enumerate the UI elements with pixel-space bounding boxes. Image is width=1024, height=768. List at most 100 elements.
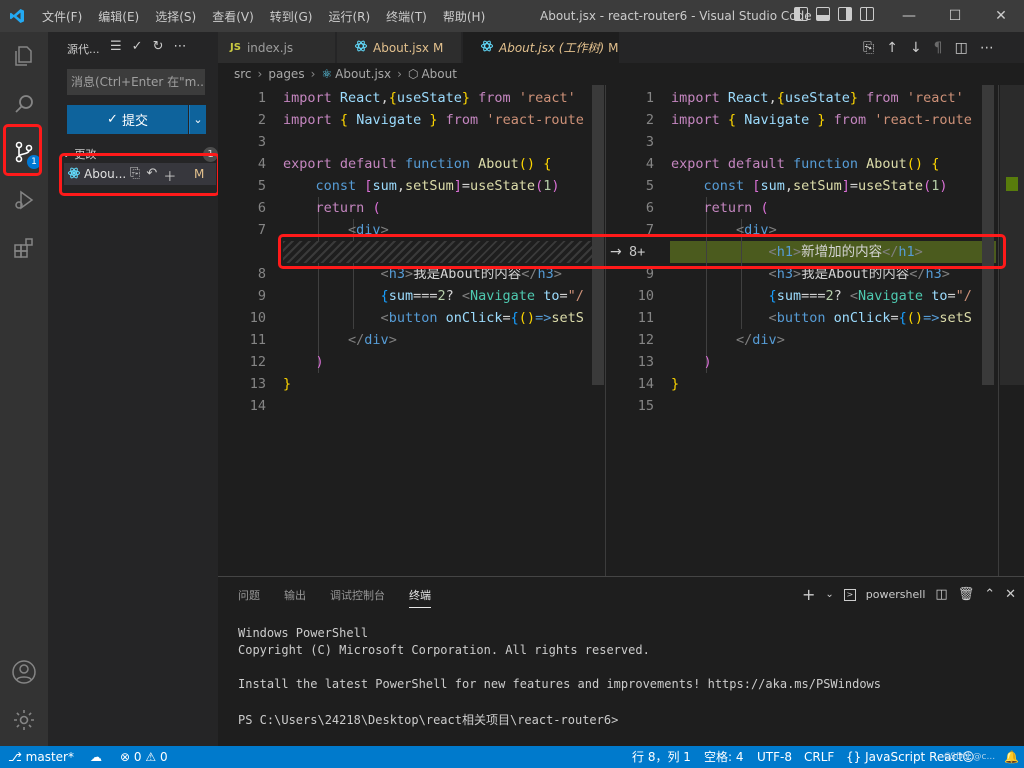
extensions-icon[interactable] [0,224,48,272]
branch-status[interactable]: ⎇ master* [8,746,74,768]
commit-button-label: 提交 [121,114,148,129]
menu-edit[interactable]: 编辑(E) [90,8,147,25]
tab-terminal[interactable]: 终端 [409,587,431,608]
code-line: import { Navigate } from 'react-route [283,112,584,128]
split-editor-icon[interactable]: ◫ [955,40,968,56]
line-ending[interactable]: CRLF [804,746,834,768]
close-icon[interactable]: ✕ [978,0,1024,32]
tab-problems[interactable]: 问题 [238,587,260,608]
code-line: {sum===2? <Navigate to="/ [768,288,972,304]
commit-message-input[interactable]: 消息(Ctrl+Enter 在"m... [67,69,205,95]
terminal-shell-name[interactable]: powershell [866,588,926,601]
indentation[interactable]: 空格: 4 [704,746,744,768]
arrow-down-icon[interactable]: ↓ [910,40,922,56]
search-icon[interactable] [0,80,48,128]
pilcrow-icon[interactable]: ¶ [934,40,943,56]
run-debug-icon[interactable] [0,176,48,224]
arrow-up-icon[interactable]: ↑ [886,40,898,56]
code-line: {sum===2? <Navigate to="/ [380,288,584,304]
line-number: 2 [257,112,266,128]
open-file-icon[interactable]: ⎘ [863,40,874,56]
line-number: 12 [249,354,266,370]
breadcrumb-symbol[interactable]: About [421,67,456,81]
line-number: 12 [637,332,654,348]
diff-editor[interactable]: 1 2 3 4 5 6 7 8 9 10 11 12 13 14 import … [218,85,1024,576]
git-branch-icon: ⎇ [8,750,22,764]
line-number: 14 [249,398,266,414]
tab-about-jsx-worktree[interactable]: About.jsx (工作树) M [463,32,620,63]
overview-ruler-border [998,85,999,576]
code-line: const [sum,setSum]=useState(1) [703,178,948,194]
cursor-position[interactable]: 行 8，列 1 [632,746,691,768]
code-line: import { Navigate } from 'react-route [671,112,972,128]
account-icon[interactable] [0,648,48,696]
tab-debug-console[interactable]: 调试控制台 [330,587,385,608]
toggle-secondary-sidebar-icon[interactable] [838,7,852,21]
highlight-box-file [59,153,220,196]
maximize-panel-icon[interactable]: ⌃ [984,587,995,602]
more-actions-icon[interactable]: ⋯ [980,40,994,56]
menu-run[interactable]: 运行(R) [320,8,378,25]
line-number: 14 [637,376,654,392]
diff-modified-pane[interactable]: 1 2 3 4 5 6 7 8+ 9 10 11 12 13 14 15 imp… [606,85,1024,576]
refresh-icon[interactable]: ↻ [153,39,164,54]
toggle-panel-icon[interactable] [816,7,830,21]
chevron-down-icon[interactable]: ⌄ [825,589,833,600]
customize-layout-icon[interactable] [860,7,874,21]
trash-icon[interactable]: 🗑 [958,587,975,602]
commit-button[interactable]: ✓ 提交 [67,105,188,134]
menu-view[interactable]: 查看(V) [204,8,262,25]
view-as-tree-icon[interactable]: ☰ [110,39,122,54]
commit-check-icon: ✓ [107,112,118,127]
menu-go[interactable]: 转到(G) [262,8,321,25]
warning-count: 0 [159,750,168,764]
tab-index-js[interactable]: JS index.js [218,32,336,63]
breadcrumb-src[interactable]: src [234,67,252,81]
terminal-icon: > [843,588,856,601]
title-bar: 文件(F) 编辑(E) 选择(S) 查看(V) 转到(G) 运行(R) 终端(T… [0,0,1024,32]
overview-added-marker [1006,177,1018,191]
problems-status[interactable]: ⊗ 0 ⚠ 0 [120,746,168,768]
line-number: 2 [645,112,654,128]
tab-modified-badge: M [608,40,619,55]
line-number: 6 [645,200,654,216]
line-number: 13 [249,376,266,392]
diff-original-pane[interactable]: 1 2 3 4 5 6 7 8 9 10 11 12 13 14 import … [218,85,604,576]
maximize-icon[interactable]: ☐ [932,0,978,32]
tab-label: About.jsx [373,40,429,55]
new-terminal-icon[interactable]: + [802,585,815,604]
close-panel-icon[interactable]: ✕ [1005,587,1016,602]
explorer-icon[interactable] [0,32,48,80]
panel-actions: + ⌄ > powershell ◫ 🗑 ⌃ ✕ [802,585,1016,604]
braces-icon: {} [846,750,862,764]
commit-dropdown-button[interactable]: ⌄ [189,105,206,134]
breadcrumb-pages[interactable]: pages [268,67,304,81]
menu-file[interactable]: 文件(F) [34,8,90,25]
terminal-prompt[interactable]: PS C:\Users\24218\Desktop\react相关项目\reac… [238,711,618,728]
chevron-right-icon: › [397,67,402,81]
minimize-icon[interactable]: — [886,0,932,32]
line-number: 7 [257,222,266,238]
status-bar: ⎇ master* ☁ ⊗ 0 ⚠ 0 行 8，列 1 空格: 4 UTF-8 … [0,746,1024,768]
toggle-sidebar-icon[interactable] [794,7,808,21]
commit-check-icon[interactable]: ✓ [132,39,143,54]
breadcrumb-file[interactable]: About.jsx [335,67,391,81]
layout-controls [794,7,874,21]
tab-about-jsx[interactable]: About.jsx M [337,32,462,63]
menu-help[interactable]: 帮助(H) [435,8,493,25]
line-number: 3 [645,134,654,150]
menu-selection[interactable]: 选择(S) [147,8,204,25]
sync-icon[interactable]: ☁ [90,746,102,768]
encoding[interactable]: UTF-8 [757,746,792,768]
breadcrumb: src › pages › ⚛ About.jsx › ⬡ About [218,63,1024,85]
split-terminal-icon[interactable]: ◫ [935,587,947,602]
code-line: </div> [348,332,397,348]
window-title: About.jsx - react-router6 - Visual Studi… [540,9,812,23]
menu-terminal[interactable]: 终端(T) [378,8,435,25]
settings-gear-icon[interactable] [0,696,48,744]
more-actions-icon[interactable]: ⋯ [173,39,186,54]
notifications-icon[interactable]: 🔔 [1004,746,1019,768]
tab-label: About.jsx (工作树) [499,41,605,55]
tab-output[interactable]: 输出 [284,587,306,608]
error-icon: ⊗ [120,750,131,764]
